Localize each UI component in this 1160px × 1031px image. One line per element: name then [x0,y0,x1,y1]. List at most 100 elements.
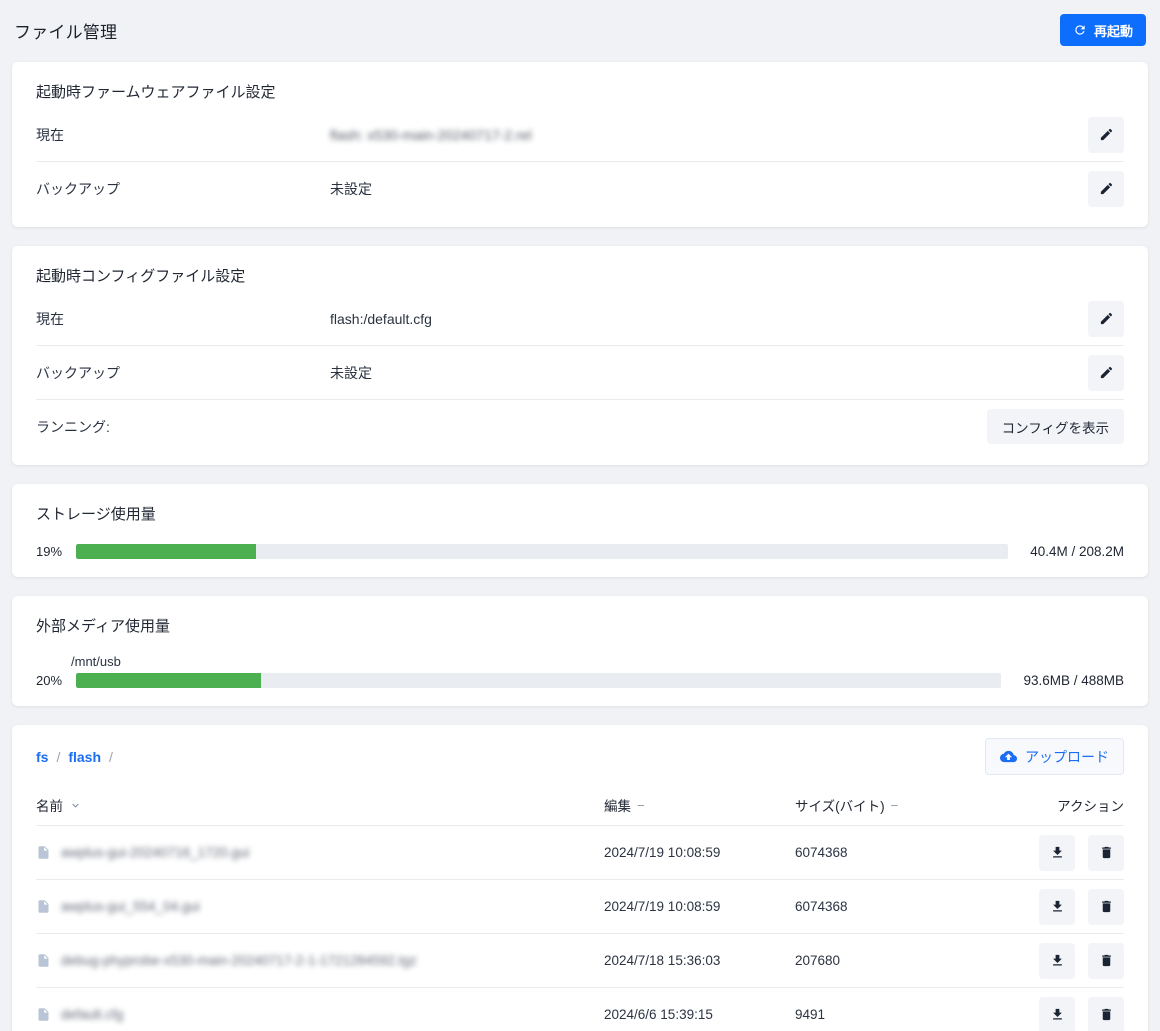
mount-point-label: /mnt/usb [71,654,1124,669]
firmware-settings-card: 起動時ファームウェアファイル設定 現在 flash: x530-main-202… [12,62,1148,227]
file-browser-card: fs / flash / アップロード 名前 編集 − サイズ(バイト) − [12,725,1148,1031]
column-name-label: 名前 [36,795,63,815]
storage-progress-bar [76,544,1008,559]
restart-label: 再起動 [1094,21,1133,40]
config-settings-card: 起動時コンフィグファイル設定 現在 flash:/default.cfg バック… [12,246,1148,465]
config-current-edit-button[interactable] [1088,301,1124,337]
firmware-backup-value: 未設定 [330,179,1088,199]
external-media-card: 外部メディア使用量 /mnt/usb 20% 93.6MB / 488MB [12,596,1148,706]
column-edited-label: 編集 [604,795,631,815]
trash-icon [1099,899,1114,914]
external-media-progress-fill [76,673,261,688]
file-size: 6074368 [795,845,1026,860]
external-media-percent-label: 20% [36,673,76,688]
sort-indicator: − [891,798,899,813]
storage-percent-label: 19% [36,544,76,559]
upload-button[interactable]: アップロード [985,738,1124,775]
file-name: awplus-gui-20240716_1720.gui [61,845,249,860]
config-card-title: 起動時コンフィグファイル設定 [12,246,1148,292]
file-icon [36,897,51,916]
pencil-icon [1099,181,1114,196]
config-backup-value: 未設定 [330,363,1088,383]
file-edited: 2024/7/19 10:08:59 [604,845,795,860]
download-button[interactable] [1039,889,1075,925]
file-edited: 2024/7/19 10:08:59 [604,899,795,914]
storage-usage-value: 40.4M / 208.2M [1030,544,1124,559]
delete-button[interactable] [1088,997,1124,1031]
page-title: ファイル管理 [14,18,117,43]
download-icon [1050,1007,1065,1022]
firmware-backup-label: バックアップ [36,179,330,199]
trash-icon [1099,845,1114,860]
column-header-actions: アクション [1026,795,1124,815]
file-icon [36,843,51,862]
pencil-icon [1099,311,1114,326]
firmware-current-edit-button[interactable] [1088,117,1124,153]
storage-progress-fill [76,544,256,559]
pencil-icon [1099,365,1114,380]
external-media-progress-bar [76,673,1001,688]
config-running-label: ランニング: [36,417,330,437]
config-running-row: ランニング: コンフィグを表示 [12,400,1148,453]
firmware-backup-edit-button[interactable] [1088,171,1124,207]
upload-label: アップロード [1025,747,1109,767]
external-media-bar-row: 20% 93.6MB / 488MB [36,673,1124,688]
file-icon [36,1005,51,1024]
file-edited: 2024/7/18 15:36:03 [604,953,795,968]
chevron-down-icon [69,799,82,812]
file-name: debug-phyprobe-x530-main-20240717-2-1-17… [61,953,417,968]
breadcrumb-item-flash[interactable]: flash [68,749,101,765]
firmware-current-row: 現在 flash: x530-main-20240717-2.rel [12,108,1148,161]
column-actions-label: アクション [1057,795,1124,815]
file-name: awplus-gui_554_04.gui [61,899,200,914]
external-media-usage-value: 93.6MB / 488MB [1023,673,1124,688]
download-icon [1050,953,1065,968]
restart-icon [1073,23,1087,37]
firmware-card-title: 起動時ファームウェアファイル設定 [12,62,1148,108]
file-table-header: 名前 編集 − サイズ(バイト) − アクション [12,785,1148,825]
delete-button[interactable] [1088,943,1124,979]
config-current-value: flash:/default.cfg [330,311,1088,327]
download-button[interactable] [1039,835,1075,871]
breadcrumb-separator: / [56,749,60,765]
cloud-upload-icon [1000,748,1017,765]
firmware-current-label: 現在 [36,125,330,145]
table-row: awplus-gui-20240716_1720.gui 2024/7/19 1… [12,826,1148,879]
download-button[interactable] [1039,997,1075,1031]
config-backup-row: バックアップ 未設定 [12,346,1148,399]
file-size: 9491 [795,1007,1026,1022]
file-browser-header: fs / flash / アップロード [12,725,1148,785]
firmware-backup-row: バックアップ 未設定 [12,162,1148,215]
column-header-edited[interactable]: 編集 − [604,795,795,815]
trash-icon [1099,1007,1114,1022]
config-backup-edit-button[interactable] [1088,355,1124,391]
config-current-row: 現在 flash:/default.cfg [12,292,1148,345]
breadcrumb-separator: / [109,749,113,765]
column-header-name[interactable]: 名前 [36,795,604,815]
table-row: default.cfg 2024/6/6 15:39:15 9491 [12,988,1148,1031]
config-backup-label: バックアップ [36,363,330,383]
table-row: awplus-gui_554_04.gui 2024/7/19 10:08:59… [12,880,1148,933]
delete-button[interactable] [1088,889,1124,925]
storage-usage-bar-row: 19% 40.4M / 208.2M [36,544,1124,559]
breadcrumb: fs / flash / [36,749,113,765]
file-size: 207680 [795,953,1026,968]
download-icon [1050,845,1065,860]
top-bar: ファイル管理 再起動 [12,0,1148,62]
column-size-label: サイズ(バイト) [795,795,885,815]
restart-button[interactable]: 再起動 [1060,14,1146,46]
storage-card-title: ストレージ使用量 [12,484,1148,530]
file-edited: 2024/6/6 15:39:15 [604,1007,795,1022]
delete-button[interactable] [1088,835,1124,871]
file-size: 6074368 [795,899,1026,914]
download-button[interactable] [1039,943,1075,979]
storage-usage-card: ストレージ使用量 19% 40.4M / 208.2M [12,484,1148,577]
trash-icon [1099,953,1114,968]
download-icon [1050,899,1065,914]
show-config-button[interactable]: コンフィグを表示 [987,409,1124,444]
breadcrumb-item-fs[interactable]: fs [36,749,48,765]
table-row: debug-phyprobe-x530-main-20240717-2-1-17… [12,934,1148,987]
pencil-icon [1099,127,1114,142]
column-header-size[interactable]: サイズ(バイト) − [795,795,1026,815]
page: ファイル管理 再起動 起動時ファームウェアファイル設定 現在 flash: x5… [0,0,1160,1031]
